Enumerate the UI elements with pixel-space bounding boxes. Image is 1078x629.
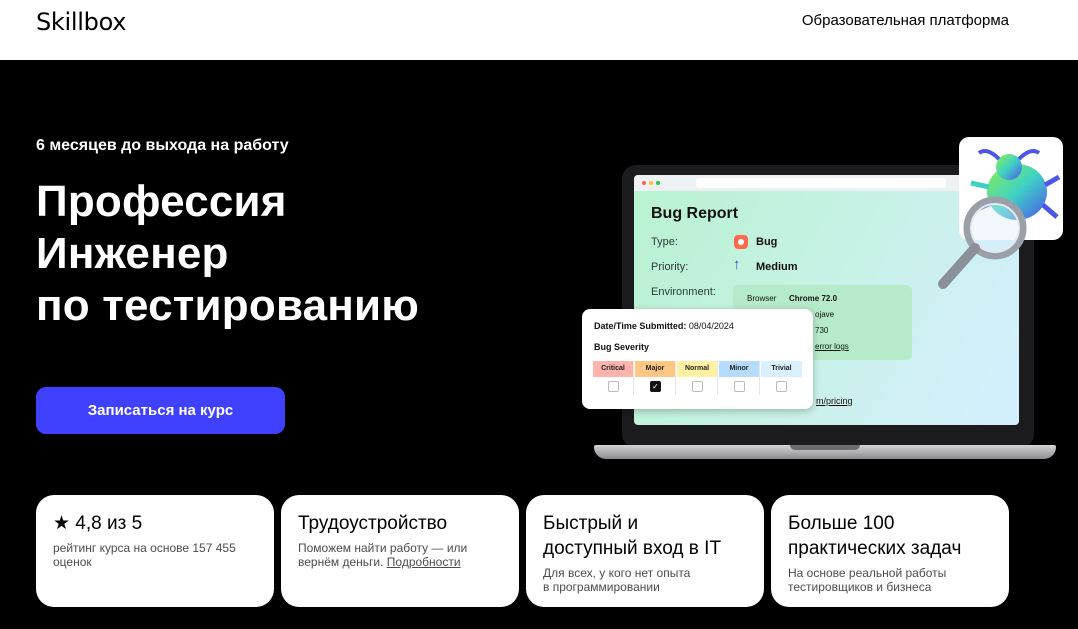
tasks-text-line-2: тестировщиков и бизнеса [788, 580, 932, 594]
employment-text-line-2: вернём деньги. Подробности [298, 555, 467, 569]
arrow-up-icon: ↑ [733, 256, 741, 273]
type-label: Type: [651, 236, 678, 248]
employment-title: Трудоустройство [298, 513, 448, 534]
severity-trivial: Trivial [761, 361, 802, 395]
severity-title: Bug Severity [594, 342, 650, 352]
entry-card: Быстрый и доступный вход в IT Для всех, … [526, 495, 764, 607]
address-bar [696, 178, 946, 188]
priority-value: Medium [756, 261, 798, 273]
rating-title: ★ 4,8 из 5 [53, 513, 143, 534]
severity-label: Minor [719, 361, 759, 377]
entry-text-line-2: в программировании [543, 580, 660, 594]
title-line-1: Профессия [36, 177, 287, 226]
severity-popup: Date/Time Submitted: 08/04/2024 Bug Seve… [582, 309, 813, 409]
top-bar: Skillbox Образовательная платформа [0, 0, 1078, 60]
entry-text-line-1: Для всех, у кого нет опыта [543, 566, 691, 580]
entry-title: Быстрый и доступный вход в IT [543, 511, 721, 561]
enroll-button[interactable]: Записаться на курс [36, 387, 285, 434]
tasks-title-line-1: Больше 100 [788, 513, 895, 534]
entry-title-line-2: доступный вход в IT [543, 538, 722, 559]
rating-text: рейтинг курса на основе 157 455 оценок [53, 541, 236, 569]
severity-label: Major [635, 361, 675, 377]
rating-card: ★ 4,8 из 5 рейтинг курса на основе 157 4… [36, 495, 274, 607]
laptop-notch [790, 445, 860, 450]
bug-type-icon [734, 235, 748, 249]
magnifier-icon [938, 196, 1027, 289]
priority-label: Priority: [651, 261, 689, 273]
severity-checkbox [734, 381, 745, 392]
hero-kicker: 6 месяцев до выхода на работу [36, 137, 289, 154]
date-submitted: Date/Time Submitted: 08/04/2024 [594, 321, 734, 331]
page-title: Профессия Инженер по тестированию [36, 176, 419, 332]
title-line-3: по тестированию [36, 281, 420, 330]
severity-normal: Normal [677, 361, 718, 395]
employment-text-line-2-label: вернём деньги. [298, 555, 384, 569]
bug-report-title: Bug Report [651, 205, 739, 222]
severity-checkbox [776, 381, 787, 392]
severity-critical: Critical [593, 361, 634, 395]
environment-label: Environment: [651, 286, 716, 298]
tasks-card: Больше 100 практических задач На основе … [771, 495, 1009, 607]
type-value: Bug [756, 236, 778, 248]
entry-text: Для всех, у кого нет опыта в программиро… [543, 566, 690, 594]
date-value: 08/04/2024 [688, 321, 734, 331]
severity-label: Critical [593, 361, 633, 377]
minimize-dot-icon [649, 181, 653, 185]
env-logs-link: error logs [815, 342, 849, 351]
severity-grid: Critical Major ✓ Normal Minor Trivial [593, 361, 802, 395]
severity-label: Trivial [761, 361, 802, 377]
title-line-2: Инженер [36, 229, 229, 278]
employment-text-line-1: Поможем найти работу — или [298, 541, 468, 555]
employment-text: Поможем найти работу — или вернём деньги… [298, 541, 467, 569]
skillbox-logo[interactable]: Skillbox [36, 8, 126, 36]
tasks-text-line-1: На основе реальной работы [788, 566, 947, 580]
tasks-text: На основе реальной работы тестировщиков … [788, 566, 946, 594]
details-link[interactable]: Подробности [387, 555, 461, 569]
checkmark-icon: ✓ [650, 381, 661, 392]
employment-card: Трудоустройство Поможем найти работу — и… [281, 495, 519, 607]
close-dot-icon [642, 181, 646, 185]
maximize-dot-icon [656, 181, 660, 185]
url-link: m/pricing [816, 396, 853, 406]
tasks-title-line-2: практических задач [788, 538, 962, 559]
env-browser-value: Chrome 72.0 [789, 294, 838, 303]
date-label: Date/Time Submitted: [594, 321, 687, 331]
severity-minor: Minor [719, 361, 760, 395]
env-build-value: 730 [815, 326, 829, 335]
severity-checkbox [608, 381, 619, 392]
env-browser-label: Browser [747, 294, 777, 303]
tasks-title: Больше 100 практических задач [788, 511, 961, 561]
platform-link[interactable]: Образовательная платформа [802, 12, 1009, 29]
entry-title-line-1: Быстрый и [543, 513, 639, 534]
severity-checkbox [692, 381, 703, 392]
env-os-value: ojave [815, 310, 835, 319]
severity-major: Major ✓ [635, 361, 676, 395]
severity-label: Normal [677, 361, 717, 377]
